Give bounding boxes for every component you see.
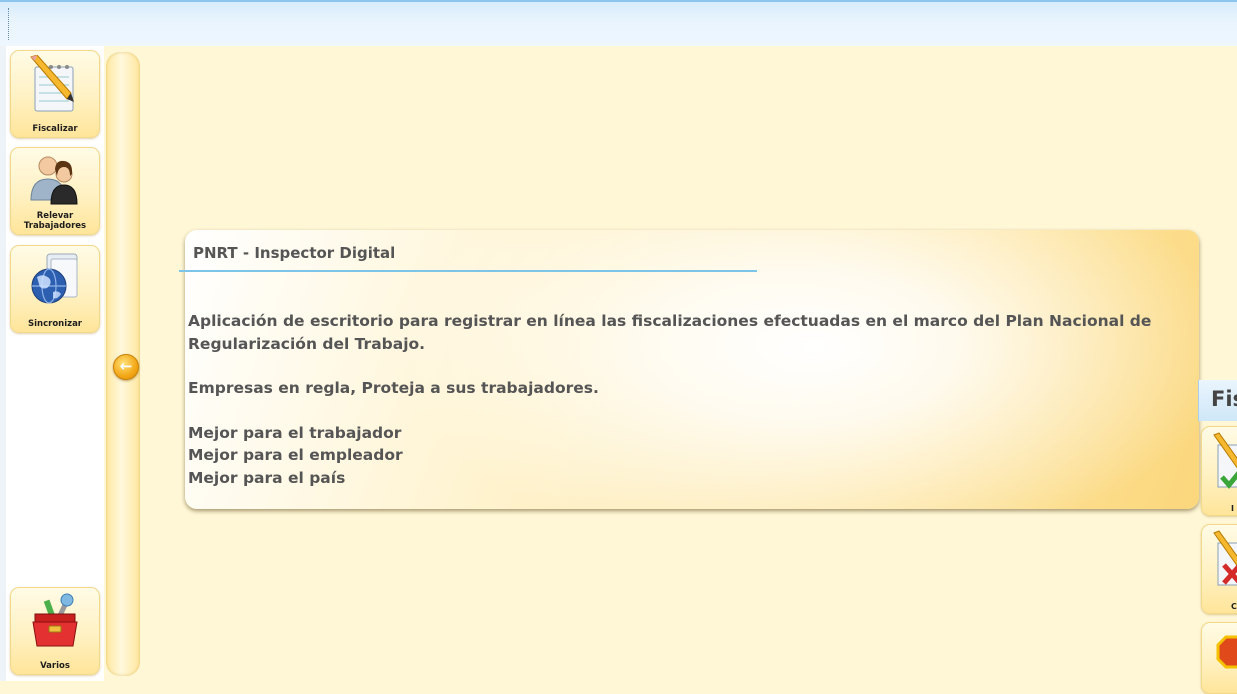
top-toolbar xyxy=(0,0,1237,46)
toolbar-grip[interactable] xyxy=(8,8,9,40)
sidebar-item-label: Sincronizar xyxy=(28,319,82,329)
benefit-item: Mejor para el empleador xyxy=(188,446,403,464)
arrow-left-icon: ← xyxy=(119,357,133,375)
sidebar-item-label-line2: Trabajadores xyxy=(23,221,87,231)
sidebar-item-sincronizar[interactable]: Sincronizar xyxy=(10,245,100,333)
right-panel-button-stop[interactable] xyxy=(1201,622,1237,694)
info-card: PNRT - Inspector Digital Aplicación de e… xyxy=(179,230,1199,509)
sidebar-item-label: Fiscalizar xyxy=(32,124,78,134)
app-description: Aplicación de escritorio para registrar … xyxy=(188,312,1152,353)
right-button-label: C xyxy=(1231,602,1237,611)
title-divider xyxy=(179,270,757,272)
sidebar-item-label: Varios xyxy=(40,661,70,671)
notepad-check-icon xyxy=(1212,431,1237,495)
benefit-item: Mejor para el trabajador xyxy=(188,423,402,442)
right-panel-title: Fis xyxy=(1211,387,1237,411)
notepad-cross-icon xyxy=(1212,529,1237,593)
right-panel-button-inspect[interactable]: I xyxy=(1201,426,1237,516)
toolbox-icon xyxy=(27,592,83,656)
globe-folder-icon xyxy=(27,250,83,314)
right-button-label: I xyxy=(1231,504,1234,513)
sidebar: Fiscalizar Relevar Trabajadores Sincroni… xyxy=(6,46,104,681)
sidebar-item-varios[interactable]: Varios xyxy=(10,587,100,675)
app-slogan: Empresas en regla, Proteja a sus trabaja… xyxy=(188,379,599,397)
sidebar-item-relevar-trabajadores[interactable]: Relevar Trabajadores xyxy=(10,147,100,235)
notepad-pencil-icon xyxy=(27,54,83,119)
sidebar-item-label: Relevar Trabajadores xyxy=(11,211,99,231)
collapse-sidebar-button[interactable]: ← xyxy=(113,354,139,380)
right-panel-button-cancel[interactable]: C xyxy=(1201,524,1237,614)
users-icon xyxy=(27,152,83,210)
benefit-item: Mejor para el país xyxy=(188,468,346,487)
sidebar-item-fiscalizar[interactable]: Fiscalizar xyxy=(10,50,100,138)
card-title: PNRT - Inspector Digital xyxy=(193,244,396,262)
right-panel-header: Fis xyxy=(1198,380,1237,421)
sidebar-item-label-line1: Relevar xyxy=(36,211,74,221)
card-body: Aplicación de escritorio para registrar … xyxy=(188,310,1183,489)
stop-icon xyxy=(1216,635,1237,679)
